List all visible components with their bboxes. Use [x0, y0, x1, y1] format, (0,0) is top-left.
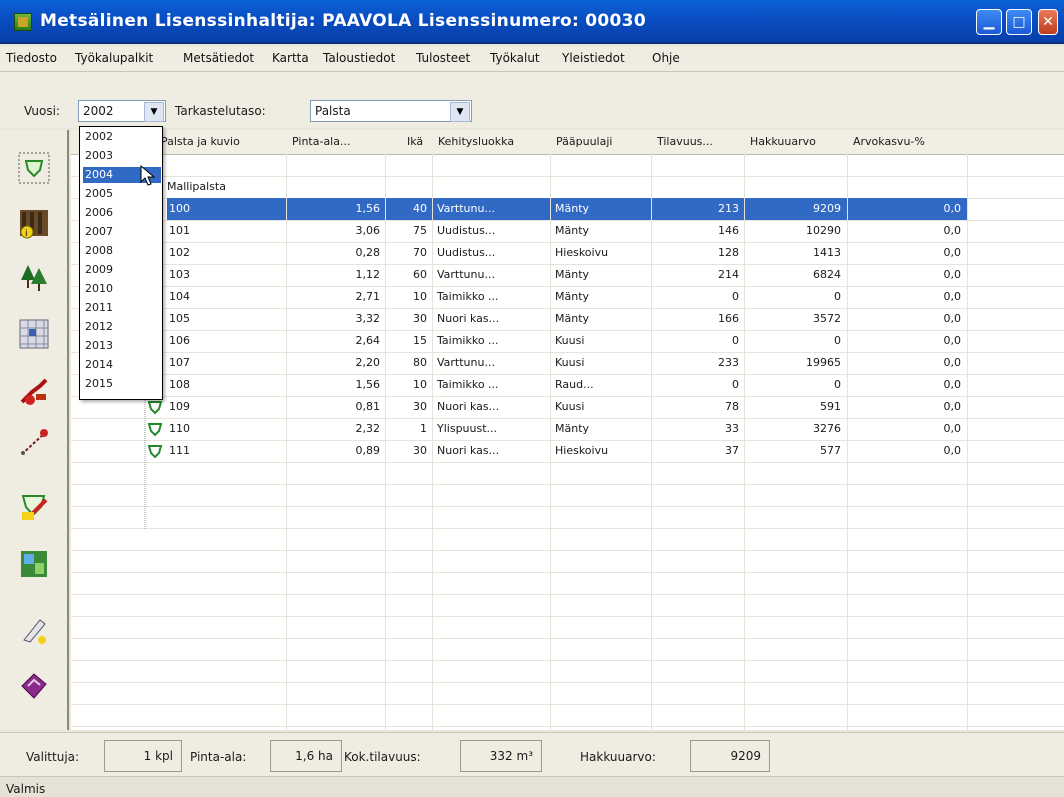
svg-text:i: i — [25, 229, 28, 239]
column-header-tilavuus[interactable]: Tilavuus... — [651, 130, 751, 155]
map-grid-icon[interactable] — [18, 318, 50, 350]
year-option[interactable]: 2003 — [83, 148, 161, 164]
menu-tiedosto[interactable]: Tiedosto — [6, 51, 57, 65]
year-select[interactable]: 2002 ▼ — [78, 100, 166, 122]
close-button[interactable]: ✕ — [1038, 9, 1058, 35]
maximize-button[interactable]: □ — [1006, 9, 1032, 35]
tarkastelutaso-value: Palsta — [315, 104, 351, 118]
year-select-value: 2002 — [83, 104, 114, 118]
pinta-ala-label: Pinta-ala: — [190, 750, 247, 764]
year-option[interactable]: 2015 — [83, 376, 161, 392]
window-title: Metsälinen Lisenssinhaltija: PAAVOLA Lis… — [40, 11, 646, 31]
menu-tulosteet[interactable]: Tulosteet — [416, 51, 470, 65]
pinta-ala-value: 1,6 ha — [270, 740, 342, 772]
year-option[interactable]: 2013 — [83, 338, 161, 354]
kok-tilavuus-value: 332 m³ — [460, 740, 542, 772]
menu-ohje[interactable]: Ohje — [652, 51, 680, 65]
trees-icon[interactable] — [18, 262, 50, 294]
menu-metsatiedot[interactable]: Metsätiedot — [183, 51, 254, 65]
hakkuuarvo-value: 9209 — [690, 740, 770, 772]
palsta-icon[interactable] — [18, 152, 50, 184]
minimize-button[interactable]: ▁ — [976, 9, 1002, 35]
year-dropdown-list[interactable]: 2002 2003 2004 2005 2006 2007 2008 2009 2010 2011… — [79, 126, 163, 400]
valittuja-value: 1 kpl — [104, 740, 182, 772]
menu-tyokalupalkit[interactable]: Työkalupalkit — [75, 51, 153, 65]
column-header-pinta-ala[interactable]: Pinta-ala... — [286, 130, 392, 155]
vuosi-label: Vuosi: — [24, 104, 60, 118]
year-option[interactable]: 2011 — [83, 300, 161, 316]
info-forest-icon[interactable]: i — [18, 208, 50, 240]
chevron-down-icon[interactable]: ▼ — [450, 102, 470, 122]
menu-yleistiedot[interactable]: Yleistiedot — [562, 51, 625, 65]
chevron-down-icon[interactable]: ▼ — [144, 102, 164, 122]
year-option[interactable]: 2012 — [83, 319, 161, 335]
year-option[interactable]: 2005 — [83, 186, 161, 202]
tarkastelutaso-select[interactable]: Palsta ▼ — [310, 100, 472, 122]
year-option[interactable]: 2009 — [83, 262, 161, 278]
map-sheet-icon[interactable] — [18, 548, 50, 580]
tool-sidebar: i — [0, 130, 69, 730]
measure-line-icon[interactable] — [18, 426, 50, 458]
kok-tilavuus-label: Kok.tilavuus: — [344, 750, 421, 764]
tarkastelutaso-label: Tarkastelutaso: — [175, 104, 266, 118]
menu-tyokalut[interactable]: Työkalut — [490, 51, 540, 65]
column-header-kehitysluokka[interactable]: Kehitysluokka — [432, 130, 557, 155]
book-icon[interactable] — [18, 670, 50, 702]
app-icon — [14, 13, 32, 31]
year-option[interactable]: 2010 — [83, 281, 161, 297]
harvester-icon[interactable] — [18, 376, 50, 408]
data-grid: Palsta ja kuvio Pinta-ala... Ikä Kehitys… — [71, 130, 1064, 730]
menu-bar: Tiedosto Työkalupalkit Metsätiedot Kartt… — [0, 46, 1064, 72]
palsta-edit-icon[interactable] — [18, 490, 50, 522]
menu-taloustiedot[interactable]: Taloustiedot — [323, 51, 395, 65]
year-option[interactable]: 2002 — [83, 129, 161, 145]
column-header-hakkuuarvo[interactable]: Hakkuuarvo — [744, 130, 854, 155]
column-header-empty — [967, 130, 1064, 155]
column-header-arvokasvu[interactable]: Arvokasvu-% — [847, 130, 974, 155]
mouse-cursor-icon — [140, 165, 156, 186]
column-header-paapuulaji[interactable]: Pääpuulaji — [550, 130, 658, 155]
grid-lines — [144, 154, 968, 730]
status-text: Valmis — [6, 782, 46, 796]
menu-kartta[interactable]: Kartta — [272, 51, 309, 65]
bottom-status-bar — [0, 776, 1064, 797]
year-option[interactable]: 2006 — [83, 205, 161, 221]
notes-edit-icon[interactable] — [18, 614, 50, 646]
valittuja-label: Valittuja: — [26, 750, 80, 764]
hakkuuarvo-label: Hakkuuarvo: — [580, 750, 656, 764]
year-option[interactable]: 2014 — [83, 357, 161, 373]
year-option[interactable]: 2007 — [83, 224, 161, 240]
year-option[interactable]: 2008 — [83, 243, 161, 259]
